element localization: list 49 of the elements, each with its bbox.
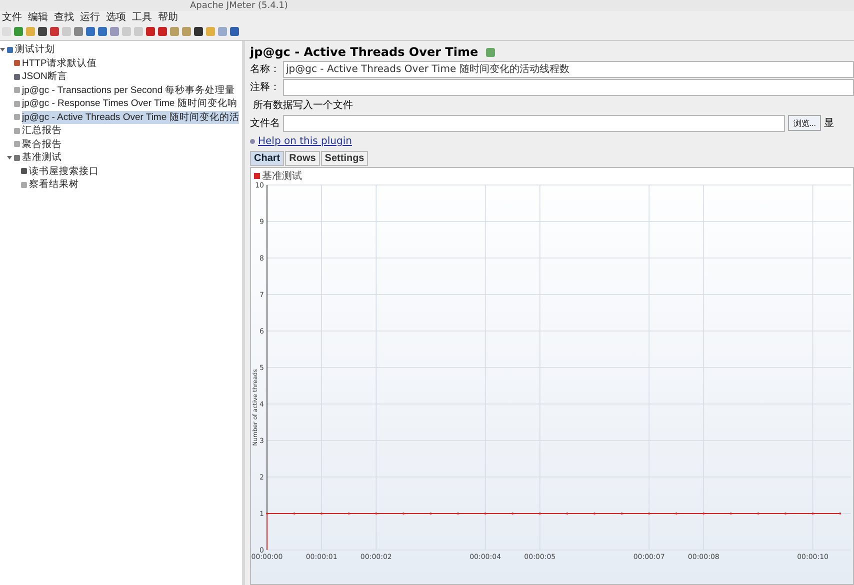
node-icon	[14, 60, 20, 66]
node-icon	[14, 154, 20, 161]
tree-item[interactable]: jp@gc - Response Times Over Time 随时间变化响	[22, 97, 238, 110]
tree-item[interactable]: jp@gc - Active Threads Over Time 随时间变化的活	[22, 110, 240, 124]
browse-button[interactable]: 浏览...	[788, 115, 821, 131]
window-title: Apache JMeter (5.4.1)	[190, 0, 288, 10]
menu-item[interactable]: 编辑	[28, 10, 48, 24]
menu-item[interactable]: 帮助	[158, 10, 178, 24]
comment-field[interactable]	[283, 78, 854, 96]
menu-item[interactable]: 查找	[54, 10, 74, 24]
menu-item[interactable]: 文件	[2, 10, 22, 24]
menu-item[interactable]: 运行	[80, 10, 100, 24]
tree-item[interactable]: 聚合报告	[22, 138, 62, 151]
node-icon	[14, 100, 20, 107]
info-icon	[250, 138, 255, 144]
expand-icon[interactable]	[486, 48, 496, 56]
node-icon	[21, 168, 27, 174]
filename-field[interactable]	[283, 114, 786, 132]
tab[interactable]: Chart	[250, 151, 284, 166]
node-icon	[14, 87, 20, 94]
help-link[interactable]: Help on this plugin	[258, 136, 352, 146]
tree-item[interactable]: 测试计划	[15, 43, 55, 56]
node-icon	[21, 182, 27, 188]
node-icon	[7, 46, 13, 53]
tree-item[interactable]: jp@gc - Transactions per Second 每秒事务处理量	[22, 84, 236, 97]
tree-item[interactable]: 察看结果树	[29, 178, 79, 192]
expand-caret-icon[interactable]	[7, 155, 12, 160]
section-title: 所有数据写入一个文件	[253, 98, 353, 112]
menu-item[interactable]: 工具	[132, 10, 152, 24]
field-label: 名称：	[250, 63, 280, 76]
tree-item[interactable]: JSON断言	[22, 70, 68, 84]
node-icon	[14, 128, 20, 134]
panel-title: jp@gc - Active Threads Over Time	[250, 45, 478, 59]
expand-caret-icon[interactable]	[0, 47, 5, 52]
tree-item[interactable]: 基准测试	[22, 151, 62, 164]
tree-item[interactable]: 读书屋搜索接口	[29, 164, 99, 178]
node-icon	[14, 74, 20, 80]
node-icon	[14, 141, 20, 148]
node-icon	[14, 114, 20, 120]
field-label: 显	[824, 117, 835, 130]
menu-item[interactable]: 选项	[106, 10, 126, 24]
tab[interactable]: Rows	[285, 151, 320, 166]
legend-label: 基准测试	[262, 170, 302, 182]
tree-item[interactable]: 汇总报告	[22, 124, 62, 138]
field-label: 注释：	[250, 80, 280, 94]
tree-item[interactable]: HTTP请求默认值	[22, 56, 97, 70]
field-label: 文件名	[250, 116, 280, 130]
name-field[interactable]: jp@gc - Active Threads Over Time 随时间变化的活动线程数	[283, 60, 854, 78]
tab[interactable]: Settings	[320, 151, 368, 166]
